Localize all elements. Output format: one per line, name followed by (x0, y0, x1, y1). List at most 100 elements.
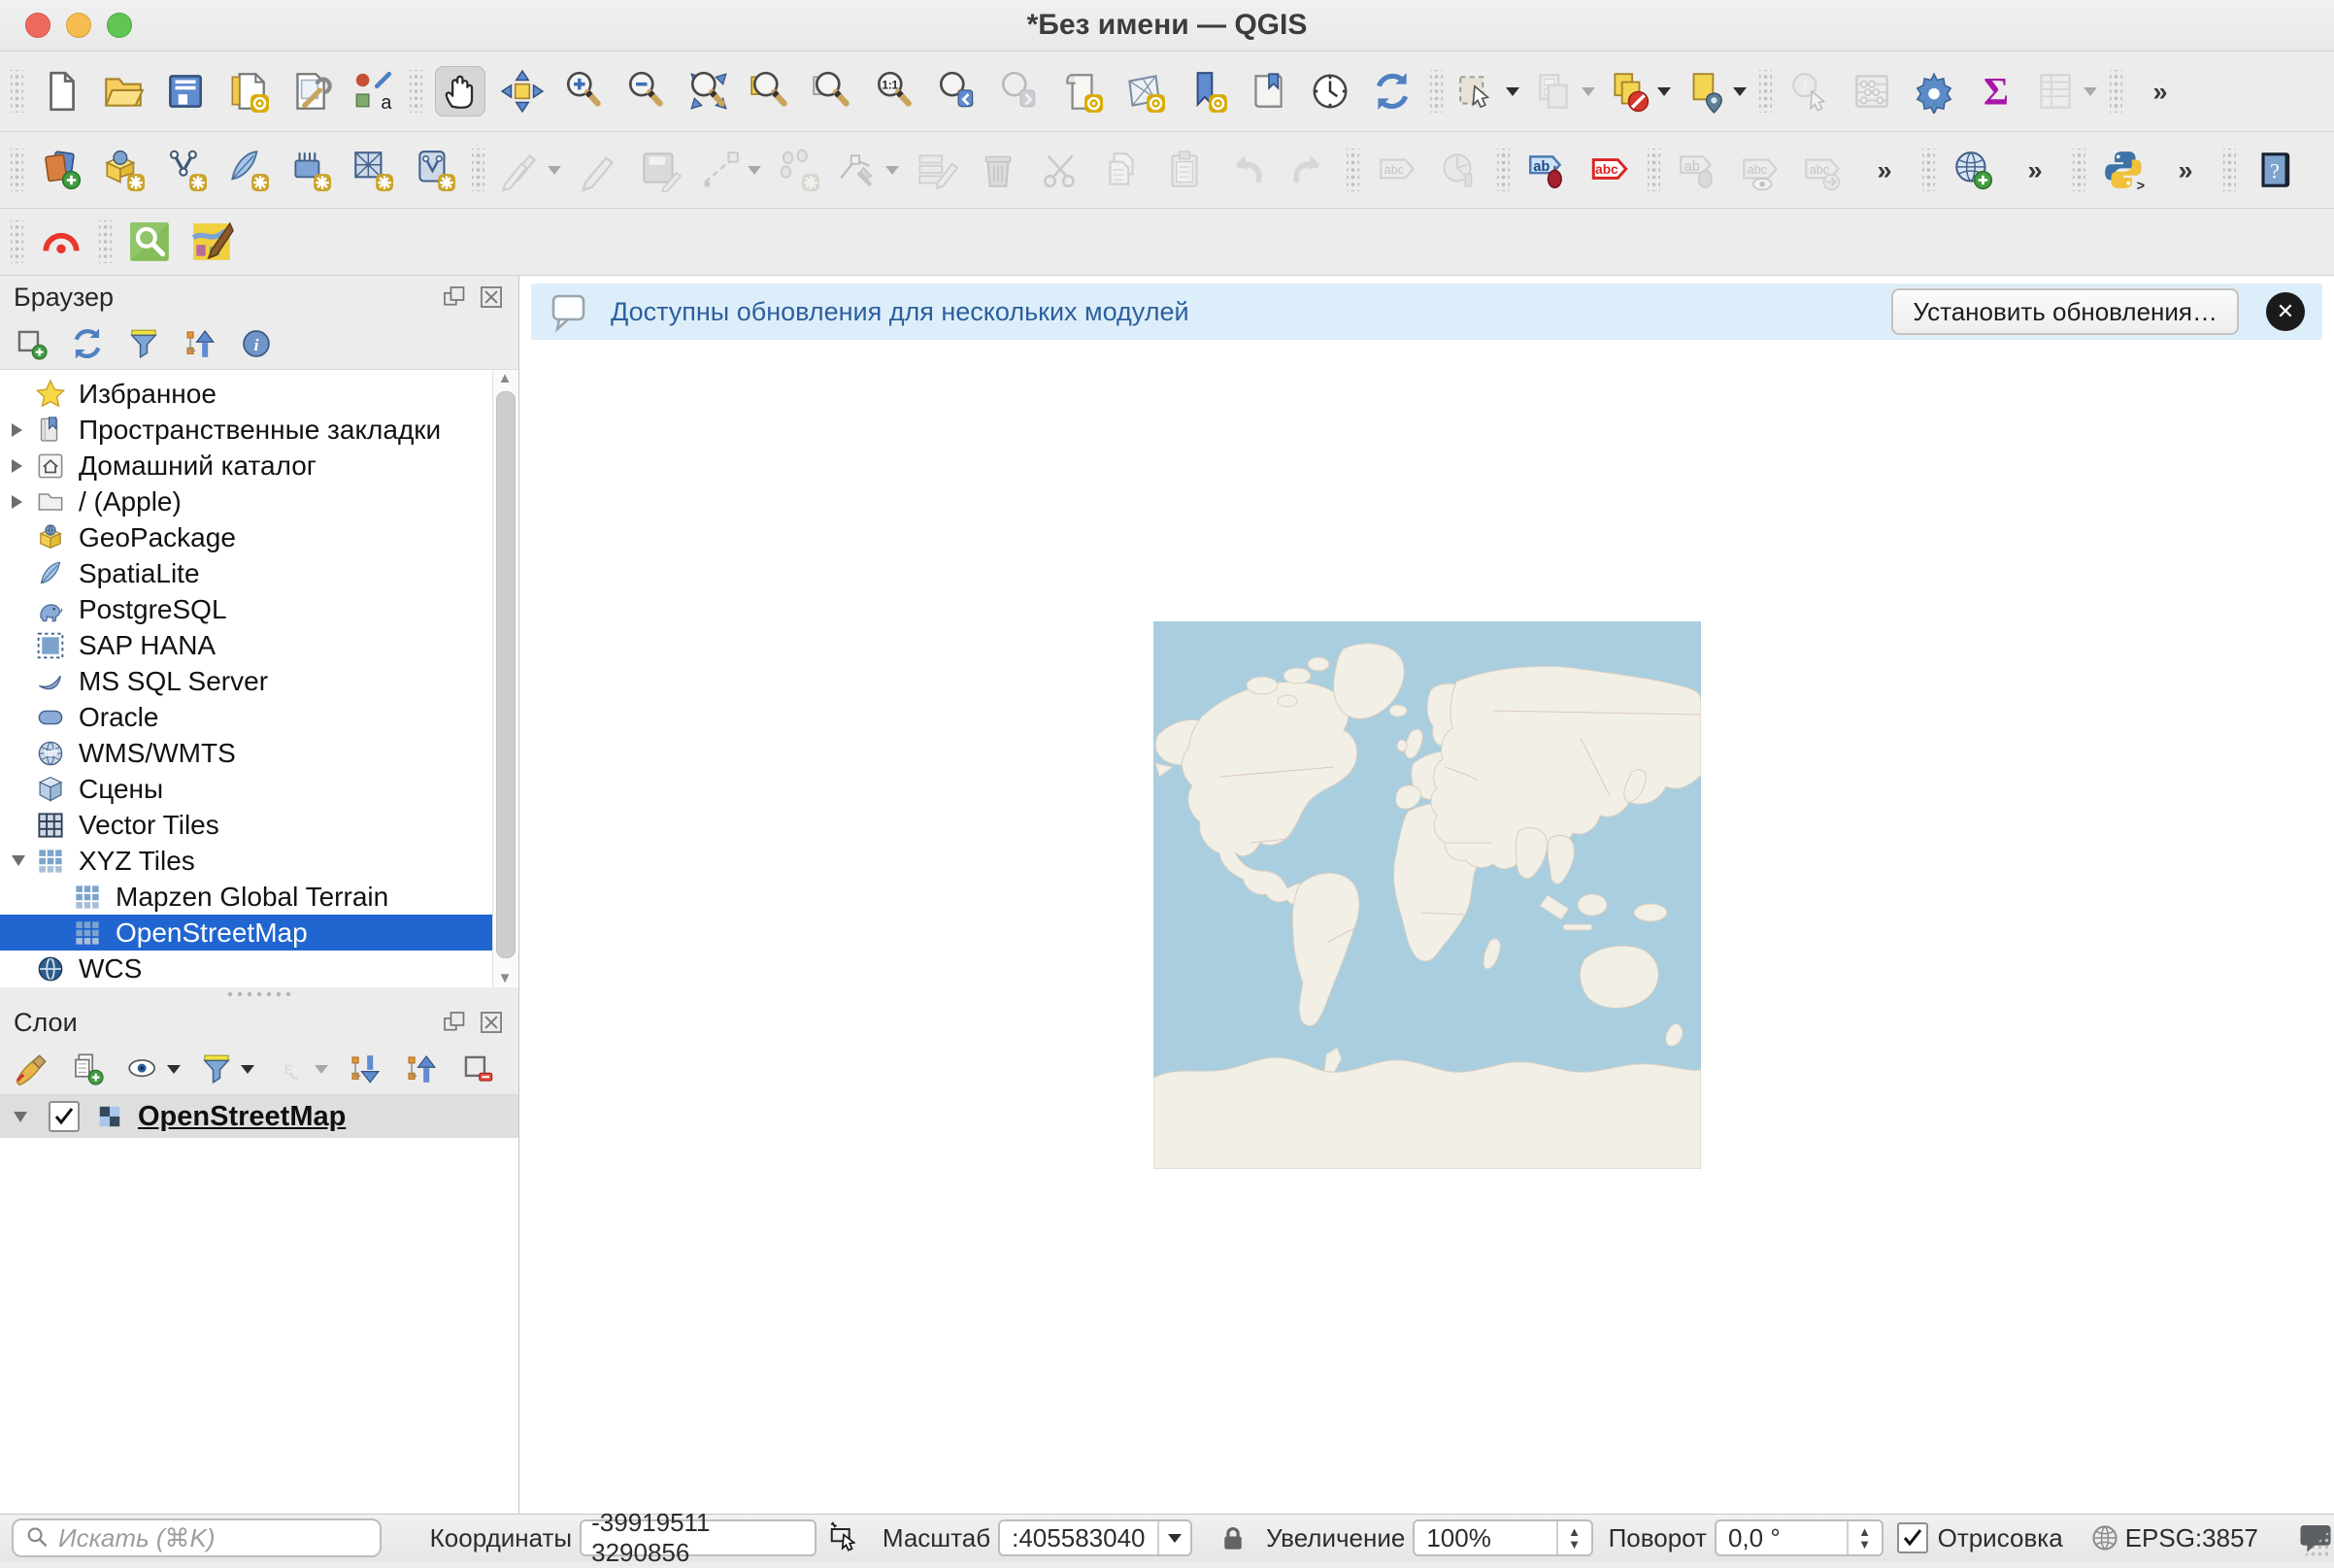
manage-map-themes-button[interactable] (124, 1050, 181, 1088)
scroll-down-icon[interactable]: ▼ (496, 972, 514, 985)
open-project-button[interactable] (98, 66, 149, 117)
dropdown-arrow-icon[interactable] (241, 1065, 254, 1074)
browser-item-xyz-tiles[interactable]: XYZ Tiles (0, 843, 493, 879)
dropdown-arrow-icon[interactable] (885, 166, 899, 175)
delete-selected-button[interactable] (973, 145, 1023, 195)
add-group-button[interactable] (68, 1050, 107, 1088)
move-label-button[interactable]: ab (1673, 145, 1723, 195)
plugins-toolbar-overflow-button[interactable]: » (2160, 145, 2211, 195)
map-canvas[interactable]: Доступны обновления для нескольких модул… (519, 276, 2334, 1514)
add-web-service-layer-button[interactable] (1948, 145, 1998, 195)
new-3d-map-view-button[interactable] (1118, 66, 1169, 117)
browser-item-home-directory[interactable]: Домашний каталог (0, 448, 493, 484)
show-spatial-bookmarks-button[interactable] (1243, 66, 1293, 117)
select-features-button[interactable] (1455, 66, 1519, 117)
digitize-with-segment-button[interactable] (697, 145, 761, 195)
label-toolbar-overflow-button[interactable]: » (1859, 145, 1910, 195)
lock-scale-icon[interactable] (1217, 1522, 1249, 1553)
pan-to-selection-button[interactable] (497, 66, 548, 117)
new-spatialite-layer-button[interactable] (222, 145, 273, 195)
new-virtual-layer-button[interactable] (347, 145, 397, 195)
cut-features-button[interactable] (1035, 145, 1085, 195)
dropdown-arrow-icon[interactable] (748, 166, 761, 175)
layer-item-openstreetmap[interactable]: OpenStreetMap (0, 1095, 518, 1138)
copy-features-button[interactable] (1097, 145, 1148, 195)
identify-features-button[interactable]: i (1784, 66, 1835, 117)
dropdown-arrow-icon[interactable] (2084, 87, 2097, 96)
osm-place-search-button[interactable] (124, 217, 175, 267)
expander-icon[interactable] (12, 495, 22, 509)
scale-dropdown-icon[interactable] (1157, 1521, 1191, 1554)
new-map-view-button[interactable] (1056, 66, 1107, 117)
browser-item-openstreetmap[interactable]: OpenStreetMap (0, 915, 493, 951)
coordinates-input[interactable]: -39919511 3290856 (580, 1519, 817, 1556)
browser-item-oracle[interactable]: Oracle (0, 699, 493, 735)
zoom-full-extent-button[interactable] (684, 66, 734, 117)
temporal-controller-button[interactable] (1305, 66, 1355, 117)
refresh-browser-button[interactable] (68, 324, 107, 363)
data-source-manager-button[interactable] (36, 145, 86, 195)
layer-diagram-options-button[interactable] (1434, 145, 1484, 195)
render-checkbox[interactable] (1897, 1522, 1928, 1553)
pin-labels-button[interactable]: ab (1522, 145, 1573, 195)
expand-all-button[interactable] (346, 1050, 384, 1088)
redo-button[interactable] (1284, 145, 1334, 195)
select-by-location-button[interactable] (1683, 66, 1747, 117)
close-panel-icon[interactable] (478, 284, 505, 311)
add-selected-layers-button[interactable] (12, 324, 50, 363)
browser-item-favorites[interactable]: Избранное (0, 376, 493, 412)
collapse-all-button[interactable] (181, 324, 219, 363)
zoom-to-selection-button[interactable] (808, 66, 858, 117)
panel-splitter[interactable] (0, 987, 518, 1001)
scrollbar-thumb[interactable] (496, 391, 516, 958)
modify-attributes-button[interactable] (911, 145, 961, 195)
browser-item-wcs[interactable]: WCS (0, 951, 493, 986)
extents-tracking-icon[interactable] (826, 1520, 861, 1555)
zoom-native-resolution-button[interactable]: 1:1 (870, 66, 920, 117)
new-spatial-bookmark-button[interactable] (1181, 66, 1231, 117)
dropdown-arrow-icon[interactable] (548, 166, 561, 175)
expander-icon[interactable] (12, 855, 25, 866)
browser-item-mapzen-global-terrain[interactable]: Mapzen Global Terrain (0, 879, 493, 915)
new-shapefile-layer-button[interactable] (160, 145, 211, 195)
crs-globe-icon[interactable] (2088, 1521, 2121, 1554)
browser-item-spatialite[interactable]: SpatiaLite (0, 555, 493, 591)
show-hide-labels-button[interactable]: abc (1735, 145, 1785, 195)
new-geopackage-layer-button[interactable] (98, 145, 149, 195)
browser-item-wms-wmts[interactable]: WMS/WMTS (0, 735, 493, 771)
expander-icon[interactable] (14, 1112, 27, 1122)
layer-visibility-checkbox[interactable] (49, 1101, 80, 1132)
crs-value[interactable]: EPSG:3857 (2125, 1523, 2258, 1553)
expander-icon[interactable] (12, 423, 22, 437)
properties-info-button[interactable]: i (237, 324, 276, 363)
scale-combobox[interactable]: :405583040 (998, 1519, 1192, 1556)
current-edits-button[interactable] (497, 145, 561, 195)
undo-button[interactable] (1221, 145, 1272, 195)
highlight-pinned-labels-button[interactable]: abc (1584, 145, 1635, 195)
float-panel-icon[interactable] (441, 284, 468, 311)
zoom-to-layer-button[interactable] (746, 66, 796, 117)
browser-item-postgresql[interactable]: PostgreSQL (0, 591, 493, 627)
install-updates-button[interactable]: Установить обновления… (1891, 288, 2239, 335)
metasearch-arc-button[interactable] (36, 217, 86, 267)
browser-item-spatial-bookmarks[interactable]: Пространственные закладки (0, 412, 493, 448)
add-record-button[interactable] (773, 145, 823, 195)
zoom-next-button[interactable] (994, 66, 1045, 117)
deselect-features-button[interactable] (1607, 66, 1671, 117)
spinner-arrows-icon[interactable]: ▲▼ (1847, 1521, 1882, 1554)
dropdown-arrow-icon[interactable] (1506, 87, 1519, 96)
filter-legend-button[interactable] (198, 1050, 254, 1088)
zoom-in-button[interactable] (559, 66, 610, 117)
select-features-by-value-button[interactable] (1531, 66, 1595, 117)
pan-map-button[interactable] (435, 66, 485, 117)
web-toolbar-overflow-button[interactable]: » (2010, 145, 2060, 195)
filter-by-expression-button[interactable]: ε (272, 1050, 328, 1088)
style-manager-button[interactable]: a (347, 66, 397, 117)
vertex-tool-button[interactable] (835, 145, 899, 195)
magnifier-spinbox[interactable]: 100% ▲▼ (1413, 1519, 1592, 1556)
new-print-layout-button[interactable] (222, 66, 273, 117)
scroll-up-icon[interactable]: ▲ (496, 372, 514, 385)
browser-item-scenes[interactable]: Сцены (0, 771, 493, 807)
refresh-map-button[interactable] (1367, 66, 1417, 117)
browser-item-sap-hana[interactable]: SAP HANA (0, 627, 493, 663)
